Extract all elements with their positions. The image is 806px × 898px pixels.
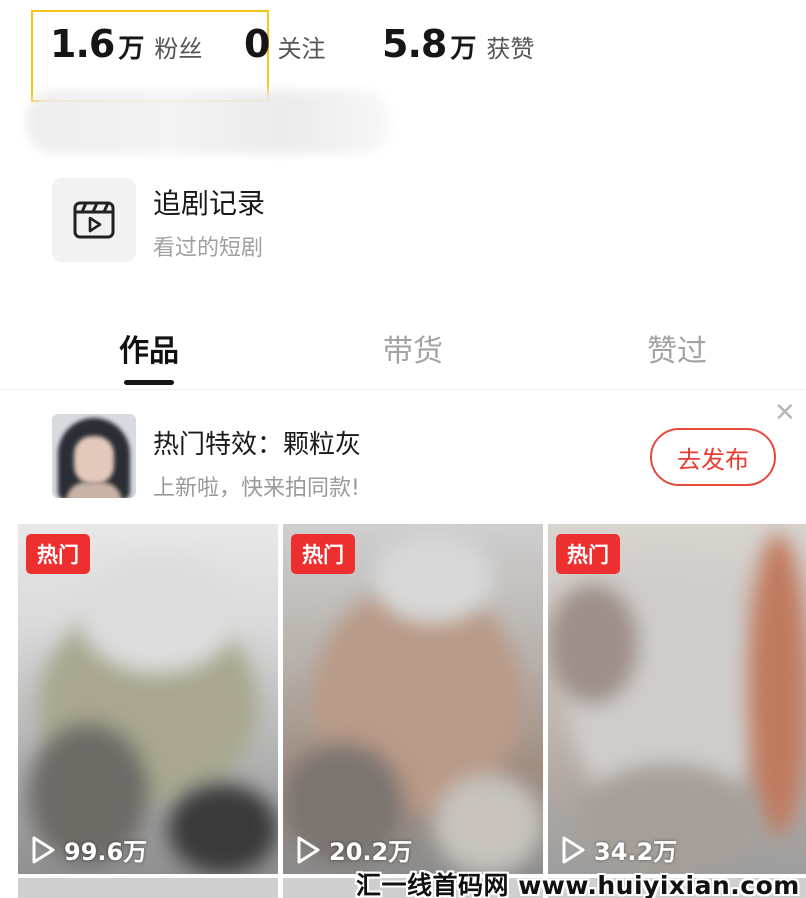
play-count: 20.2万 (329, 838, 413, 866)
fans-count: 1.6 (50, 22, 115, 66)
likes-count: 5.8 (382, 22, 447, 66)
play-count: 34.2万 (594, 838, 678, 866)
likes-label: 获赞 (486, 35, 535, 63)
promo-title: 热门特效：颗粒灰 (153, 430, 362, 460)
video-thumbnail[interactable]: 热门 20.2万 (283, 524, 543, 874)
drama-record-title: 追剧记录 (153, 187, 266, 220)
hot-badge: 热门 (291, 534, 355, 574)
promo-subtitle: 上新啦，快来拍同款! (153, 476, 360, 501)
play-icon (297, 836, 320, 863)
hot-badge: 热门 (26, 534, 90, 574)
fans-stat[interactable]: 1.6 万 粉丝 (50, 22, 202, 66)
effect-promo-banner[interactable]: 热门特效：颗粒灰 上新啦，快来拍同款! 去发布 ✕ (0, 400, 806, 518)
tab-goods[interactable]: 带货 (383, 326, 443, 370)
tab-liked[interactable]: 赞过 (647, 326, 707, 370)
video-clapper-icon (52, 178, 136, 262)
likes-unit: 万 (450, 34, 477, 64)
blurred-bio (26, 90, 392, 154)
active-tab-indicator (124, 380, 174, 385)
video-grid: 热门 99.6万 热门 20.2万 热门 34.2万 (18, 524, 806, 898)
play-count: 99.6万 (64, 838, 148, 866)
promo-avatar (52, 414, 136, 498)
play-count-row: 34.2万 (560, 832, 677, 867)
hot-badge: 热门 (556, 534, 620, 574)
following-stat[interactable]: 0 关注 (244, 22, 325, 66)
video-thumbnail[interactable]: 热门 34.2万 (548, 524, 806, 874)
close-icon[interactable]: ✕ (774, 400, 796, 426)
tab-works[interactable]: 作品 (119, 326, 179, 370)
play-icon (32, 836, 55, 863)
drama-record-entry[interactable]: 追剧记录 看过的短剧 (52, 178, 452, 264)
site-watermark: 汇一线首码网 www.huiyixian.com (356, 871, 800, 898)
profile-stats: 1.6 万 粉丝 0 关注 5.8 万 获赞 (0, 0, 806, 154)
fans-unit: 万 (118, 34, 145, 64)
following-count: 0 (244, 22, 270, 66)
play-icon (562, 836, 585, 863)
following-label: 关注 (277, 35, 326, 63)
publish-button[interactable]: 去发布 (650, 428, 776, 486)
likes-stat[interactable]: 5.8 万 获赞 (382, 22, 534, 66)
video-thumbnail[interactable]: 热门 99.6万 (18, 524, 278, 874)
drama-record-subtitle: 看过的短剧 (153, 236, 264, 261)
play-count-row: 20.2万 (295, 832, 412, 867)
fans-label: 粉丝 (154, 35, 203, 63)
play-count-row: 99.6万 (30, 832, 147, 867)
content-tabs: 作品 带货 赞过 (0, 300, 806, 390)
video-thumbnail-partial[interactable] (18, 878, 278, 898)
